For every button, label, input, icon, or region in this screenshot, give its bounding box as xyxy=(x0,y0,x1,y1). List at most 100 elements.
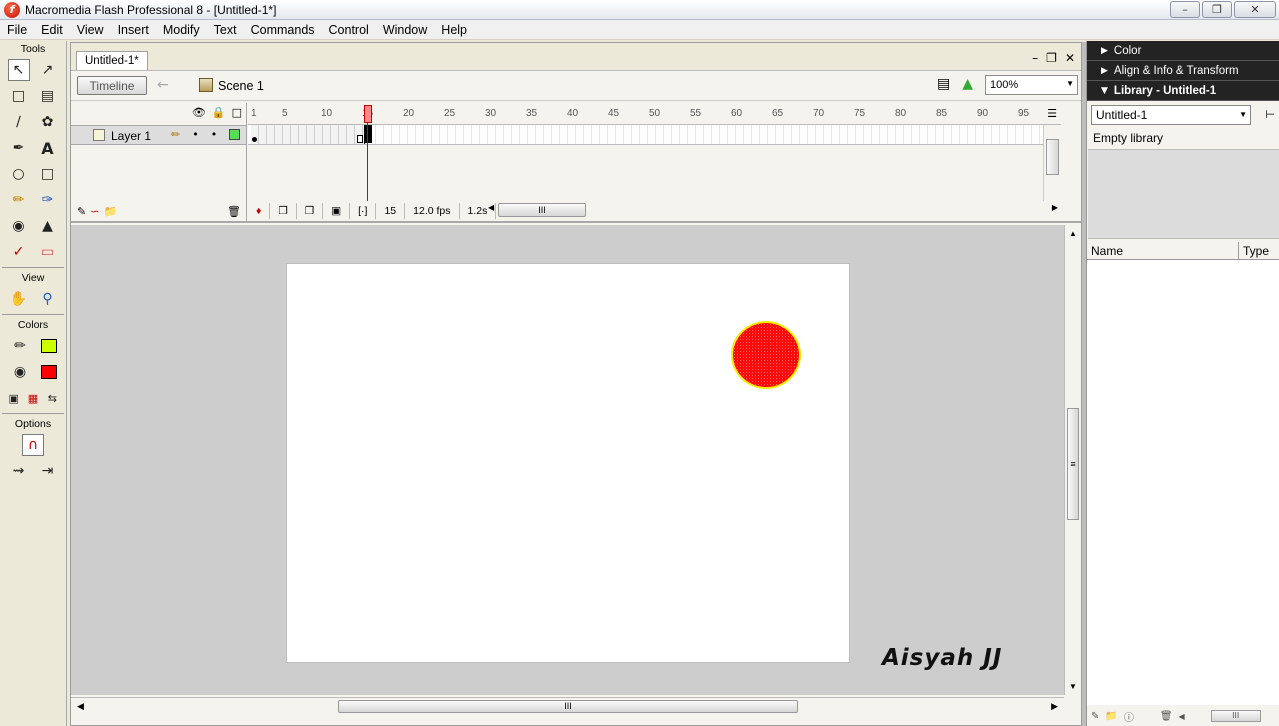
end-frame-marker[interactable] xyxy=(357,135,363,143)
back-arrow-icon[interactable]: ← xyxy=(157,77,169,93)
stroke-color-icon: ✏ xyxy=(14,338,26,354)
keyframe-dot[interactable] xyxy=(252,137,257,142)
timeline-hscroll[interactable]: ◀ III ▶ xyxy=(488,203,1058,217)
menu-modify[interactable]: Modify xyxy=(156,23,207,37)
scroll-up-icon[interactable]: ▲ xyxy=(1069,229,1077,238)
scroll-down-icon[interactable]: ▼ xyxy=(1069,682,1077,691)
ink-bottle-icon[interactable]: ◉ xyxy=(8,215,30,237)
eraser-tool-icon[interactable]: ▭ xyxy=(37,241,59,263)
no-color-icon[interactable]: ▦ xyxy=(23,387,42,409)
outline-icon[interactable]: □ xyxy=(232,106,242,119)
lasso-tool-icon[interactable]: ✿ xyxy=(37,111,59,133)
doc-close-icon[interactable]: ✕ xyxy=(1065,51,1075,65)
ruler-tick: 75 xyxy=(854,108,866,119)
brush-tool-icon[interactable]: ✑ xyxy=(37,189,59,211)
text-tool-icon[interactable]: A xyxy=(37,137,59,159)
menu-window[interactable]: Window xyxy=(376,23,434,37)
scroll-right-icon[interactable]: ▶ xyxy=(1051,701,1058,712)
doc-minimize-icon[interactable]: – xyxy=(1032,51,1038,65)
minimize-button[interactable]: – xyxy=(1170,1,1200,18)
scroll-left-icon[interactable]: ◀ xyxy=(1179,712,1185,721)
stage-vscroll[interactable]: ▲ ≡ ▼ xyxy=(1064,225,1081,695)
outline-color-icon[interactable] xyxy=(229,129,240,140)
black-white-icon[interactable]: ▣ xyxy=(4,387,23,409)
title-bar: f Macromedia Flash Professional 8 - [Unt… xyxy=(0,0,1279,20)
frame-span[interactable] xyxy=(251,125,365,144)
menu-text[interactable]: Text xyxy=(207,23,244,37)
edit-bar: Timeline ← Scene 1 ▤ ▲ 100% ▼ xyxy=(71,71,1081,101)
subselection-tool-icon[interactable]: ↗ xyxy=(37,59,59,81)
timeline-panel: 👁 🔒 □ Layer 1 ✏ • • ✎ ∽ 📁 🗑 1 5 10 20 25… xyxy=(71,103,1081,223)
scene-breadcrumb[interactable]: Scene 1 xyxy=(218,79,264,93)
center-frame-icon[interactable]: ♦ xyxy=(248,203,271,219)
snap-magnet-icon[interactable]: ∩ xyxy=(22,434,44,456)
timeline-vscroll[interactable] xyxy=(1043,125,1061,201)
doc-restore-icon[interactable]: ❐ xyxy=(1046,51,1057,65)
hand-tool-icon[interactable]: ✋ xyxy=(8,288,30,310)
timeline-toggle-button[interactable]: Timeline xyxy=(77,76,147,95)
oval-tool-icon[interactable]: ○ xyxy=(8,163,30,185)
insert-folder-icon[interactable]: 📁 xyxy=(103,205,117,218)
smooth-icon[interactable]: ⇝ xyxy=(8,460,30,482)
properties-icon[interactable]: ⓘ xyxy=(1124,709,1134,724)
menu-view[interactable]: View xyxy=(70,23,111,37)
paint-bucket-icon[interactable]: ▲ xyxy=(37,215,59,237)
rectangle-tool-icon[interactable]: □ xyxy=(37,163,59,185)
scroll-left-icon[interactable]: ◀ xyxy=(77,701,84,712)
menu-file[interactable]: File xyxy=(0,23,34,37)
library-document-select[interactable]: Untitled-1 ▼ xyxy=(1091,105,1251,125)
layer-row[interactable]: Layer 1 ✏ • • xyxy=(71,125,246,145)
pen-tool-icon[interactable]: ✒ xyxy=(8,137,30,159)
red-circle-shape[interactable] xyxy=(731,321,801,389)
stage-area[interactable]: Aisyah JJ xyxy=(71,225,1064,695)
restore-button[interactable]: ❐ xyxy=(1202,1,1232,18)
edit-multiple-icon[interactable]: ▣ xyxy=(323,203,351,219)
menu-control[interactable]: Control xyxy=(322,23,376,37)
color-panel-header[interactable]: ▶ Color xyxy=(1087,41,1279,61)
delete-layer-icon[interactable]: 🗑 xyxy=(227,205,241,218)
menu-edit[interactable]: Edit xyxy=(34,23,70,37)
library-hscroll[interactable]: III xyxy=(1210,710,1261,722)
onion-outlines-icon[interactable]: ❐ xyxy=(297,203,324,219)
straighten-icon[interactable]: ⇥ xyxy=(37,460,59,482)
onion-skin-icon[interactable]: ❐ xyxy=(270,203,297,219)
lock-icon[interactable]: 🔒 xyxy=(212,106,226,119)
edit-symbol-icon[interactable]: ▲ xyxy=(962,76,973,92)
stroke-color-swatch[interactable] xyxy=(41,339,57,353)
zoom-tool-icon[interactable]: ⚲ xyxy=(37,288,59,310)
timeline-menu-icon[interactable]: ☰ xyxy=(1047,107,1057,120)
selection-tool-icon[interactable]: ↖ xyxy=(7,59,30,81)
new-symbol-icon[interactable]: ✎ xyxy=(1091,711,1099,722)
eye-icon[interactable]: 👁 xyxy=(192,106,206,119)
pin-library-icon[interactable]: ⊢ xyxy=(1265,108,1275,121)
close-button[interactable]: ✕ xyxy=(1234,1,1276,18)
pencil-tool-icon[interactable]: ✏ xyxy=(8,189,30,211)
edit-scene-icon[interactable]: ▤ xyxy=(937,76,950,92)
frame-rate-readout: 12.0 fps xyxy=(405,203,460,219)
stage-canvas[interactable] xyxy=(286,263,850,663)
lock-dot-icon[interactable]: • xyxy=(211,128,218,141)
library-item-list[interactable] xyxy=(1087,260,1279,705)
menu-help[interactable]: Help xyxy=(434,23,474,37)
insert-layer-icon[interactable]: ✎ xyxy=(77,205,86,218)
menu-insert[interactable]: Insert xyxy=(111,23,156,37)
swap-colors-icon[interactable]: ⇆ xyxy=(43,387,62,409)
type-column-header[interactable]: Type xyxy=(1239,242,1279,259)
modify-markers-icon[interactable]: [·] xyxy=(350,203,377,219)
add-guide-icon[interactable]: ∽ xyxy=(90,205,99,218)
align-panel-header[interactable]: ▶ Align & Info & Transform xyxy=(1087,61,1279,81)
new-folder-icon[interactable]: 📁 xyxy=(1105,711,1117,722)
document-tab[interactable]: Untitled-1* xyxy=(76,51,148,70)
line-tool-icon[interactable]: ∕ xyxy=(8,111,30,133)
zoom-select[interactable]: 100% ▼ xyxy=(985,75,1078,95)
fill-color-swatch[interactable] xyxy=(41,365,57,379)
visible-dot-icon[interactable]: • xyxy=(192,128,199,141)
free-transform-icon[interactable]: □ xyxy=(8,85,30,107)
eyedropper-tool-icon[interactable]: ✓ xyxy=(8,241,30,263)
delete-item-icon[interactable]: 🗑 xyxy=(1160,711,1173,722)
menu-commands[interactable]: Commands xyxy=(244,23,322,37)
library-panel-header[interactable]: ▼ Library - Untitled-1 xyxy=(1087,81,1279,101)
name-column-header[interactable]: Name xyxy=(1087,242,1239,259)
stage-hscroll[interactable]: ◀ III ▶ xyxy=(71,697,1064,715)
fill-transform-icon[interactable]: ▤ xyxy=(37,85,59,107)
